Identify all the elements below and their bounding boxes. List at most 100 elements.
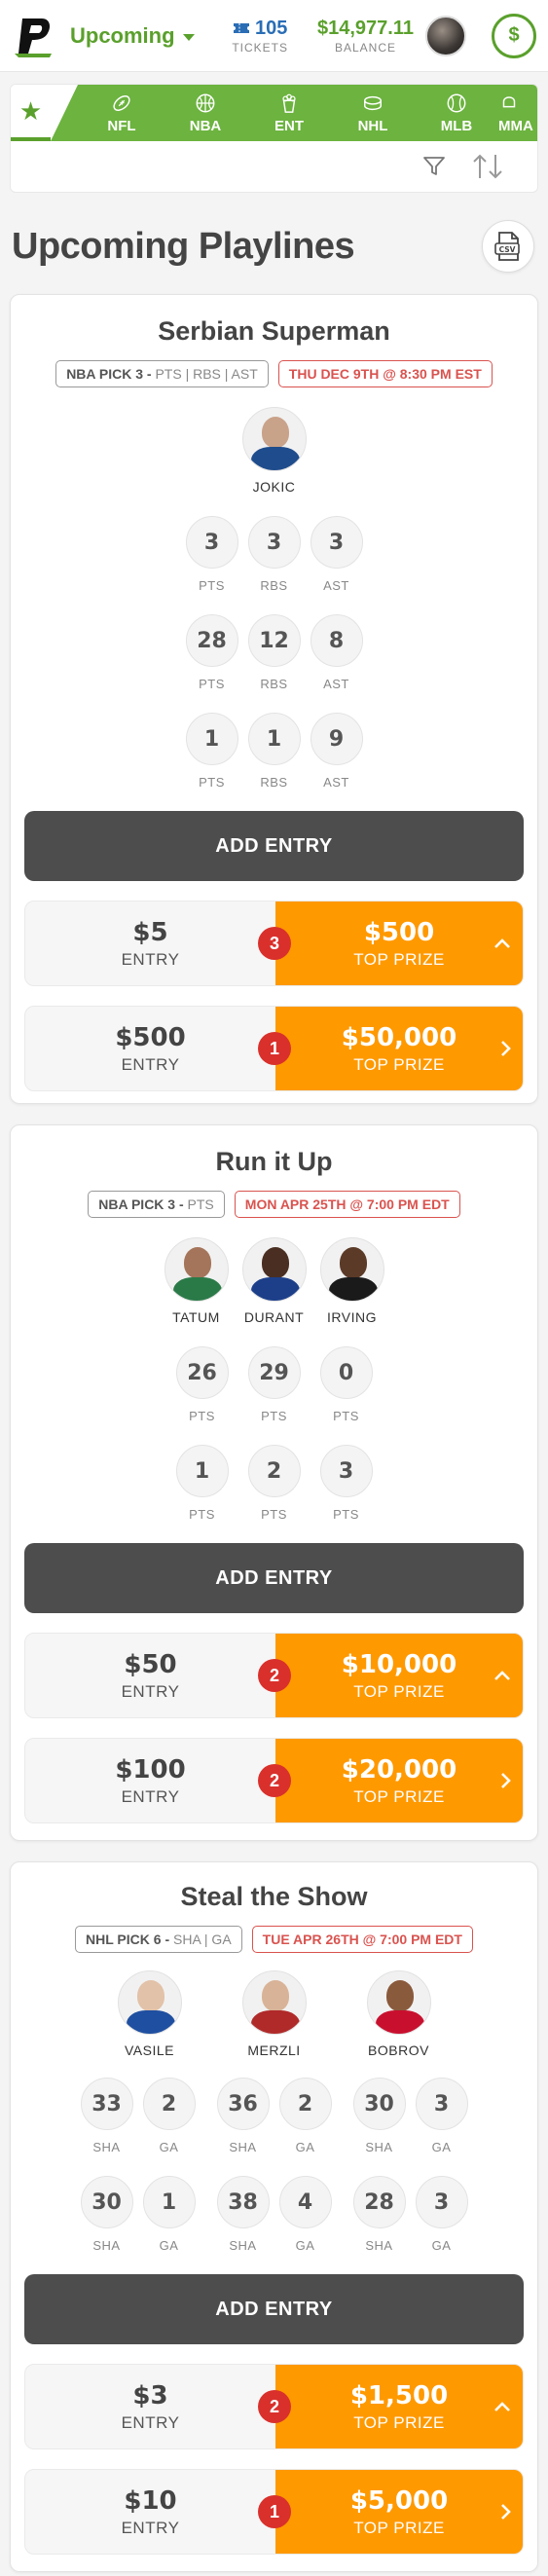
prize-info: $10,000 TOP PRIZE [275,1634,523,1717]
chevron-up-icon[interactable] [493,938,511,949]
stat-value: 30 [352,2078,406,2130]
add-entry-button[interactable]: ADD ENTRY [24,1543,524,1613]
stat-label: AST [323,677,349,691]
date-tag: TUE APR 26TH @ 7:00 PM EDT [251,1926,473,1953]
entry-row[interactable]: $10 ENTRY 1 $5,000 TOP PRIZE [24,2469,524,2555]
prize-label: TOP PRIZE [353,2518,445,2537]
balance-label: BALANCE [334,40,397,55]
entry-count-badge: 2 [258,1659,291,1692]
stat-label: PTS [261,1409,287,1423]
tab-nba[interactable]: NBA [164,92,247,134]
view-label: Upcoming [70,22,175,48]
tab-ent[interactable]: ENT [247,92,331,134]
add-entry-button[interactable]: ADD ENTRY [24,2274,524,2344]
view-dropdown[interactable]: Upcoming [70,23,195,49]
balance-value: $14,977.11 [317,17,414,39]
playline-card: Steal the Show NHL PICK 6 - SHA | GA TUE… [10,1861,538,2572]
entry-row[interactable]: $500 ENTRY 1 $50,000 TOP PRIZE [24,1006,524,1091]
player[interactable]: IRVING [313,1237,391,1325]
tab-favorites[interactable]: ★ [11,85,51,141]
stat-label: PTS [199,775,225,790]
entry-count-badge: 1 [258,2495,291,2528]
player[interactable]: JOKIC [236,407,313,495]
entry-label: ENTRY [121,949,180,969]
chevron-up-icon[interactable] [493,2401,511,2412]
entry-label: ENTRY [121,1054,180,1074]
chevron-right-icon[interactable] [499,1772,511,1789]
tab-mlb[interactable]: MLB [415,92,498,134]
player[interactable]: MERZLI [236,1970,313,2058]
wallet-button[interactable]: $ [492,13,536,58]
entry-info: $500 ENTRY [25,1007,275,1090]
stat-label: PTS [199,677,225,691]
stat-label: PTS [189,1409,215,1423]
stat-cell: 3 GA [413,2176,471,2253]
stat-cell: 9 AST [308,713,366,790]
chevron-up-icon[interactable] [493,1670,511,1681]
prize-label: TOP PRIZE [353,949,445,969]
stat-value: 1 [175,1445,229,1497]
stat-row: 1 PTS 1 RBS 9 AST [181,713,368,790]
stat-value: 26 [175,1346,229,1399]
entry-info: $100 ENTRY [25,1739,275,1822]
entry-row[interactable]: $3 ENTRY 2 $1,500 TOP PRIZE [24,2364,524,2449]
stat-value: 2 [142,2078,196,2130]
entry-info: $10 ENTRY [25,2470,275,2554]
stat-cell: 26 PTS [173,1346,232,1423]
player[interactable]: BOBROV [360,1970,438,2058]
sort-icon[interactable] [471,153,504,180]
entry-row[interactable]: $50 ENTRY 2 $10,000 TOP PRIZE [24,1633,524,1718]
stat-value: 0 [319,1346,373,1399]
stat-value: 3 [247,516,301,569]
prize-info: $5,000 TOP PRIZE [275,2470,523,2554]
stat-value: 33 [80,2078,133,2130]
prize-amount: $50,000 [341,1022,457,1052]
sport-tabs: ★ NFL NBA ENT NHL MLB MMA [11,85,537,141]
export-csv-button[interactable]: CSV [482,220,534,273]
stat-value: 3 [415,2078,468,2130]
stat-rows: 3 PTS 3 RBS 3 AST 28 PTS 12 RBS 8 AST 1 PTS 1 RB… [11,516,537,790]
user-avatar[interactable] [425,15,466,56]
chevron-right-icon[interactable] [499,1040,511,1057]
prize-amount: $500 [363,917,435,947]
player-photo [241,1237,307,1302]
stat-row: 28 PTS 12 RBS 8 AST [181,614,368,691]
tab-mma[interactable]: MMA [498,92,537,134]
entry-row[interactable]: $100 ENTRY 2 $20,000 TOP PRIZE [24,1738,524,1823]
player[interactable]: VASILE [111,1970,189,2058]
prize-amount: $20,000 [341,1754,457,1785]
card-tags: NHL PICK 6 - SHA | GA TUE APR 26TH @ 7:0… [11,1926,537,1953]
top-bar: Upcoming 105 TICKETS $14,977.11 BALANCE … [0,0,548,72]
player[interactable]: DURANT [236,1237,313,1325]
player[interactable]: TATUM [158,1237,236,1325]
stat-label: SHA [365,2140,393,2154]
stat-row: 33 SHA 2 GA 36 SHA 2 GA 30 SHA 3 GA [76,2078,473,2154]
league-tag: NBA PICK 3 - PTS | RBS | AST [55,360,269,387]
stat-cell: 3 PTS [317,1445,376,1522]
entry-count-badge: 1 [258,1032,291,1065]
tab-label: NFL [107,117,136,134]
entry-amount: $50 [124,1649,177,1679]
star-icon: ★ [18,95,43,126]
stat-row: 26 PTS 29 PTS 0 PTS [171,1346,378,1423]
stat-cell: 8 AST [308,614,366,691]
player-photo [241,1970,307,2035]
tickets-counter[interactable]: 105 TICKETS [232,18,288,54]
player-list: TATUM DURANT IRVING [11,1237,537,1325]
stat-label: GA [295,2238,315,2253]
stat-label: RBS [260,775,288,790]
entry-row[interactable]: $5 ENTRY 3 $500 TOP PRIZE [24,901,524,986]
entry-amount: $100 [115,1754,186,1785]
chevron-right-icon[interactable] [499,2503,511,2521]
stat-cell: 3 AST [308,516,366,593]
stat-cell: 12 RBS [245,614,304,691]
filter-icon[interactable] [422,156,446,177]
tab-nhl[interactable]: NHL [331,92,415,134]
stat-value: 3 [319,1445,373,1497]
add-entry-button[interactable]: ADD ENTRY [24,811,524,881]
player-name: IRVING [327,1309,377,1325]
tab-nfl[interactable]: NFL [80,92,164,134]
app-logo[interactable] [12,15,55,57]
csv-file-icon: CSV [494,232,520,261]
stat-label: GA [431,2140,452,2154]
